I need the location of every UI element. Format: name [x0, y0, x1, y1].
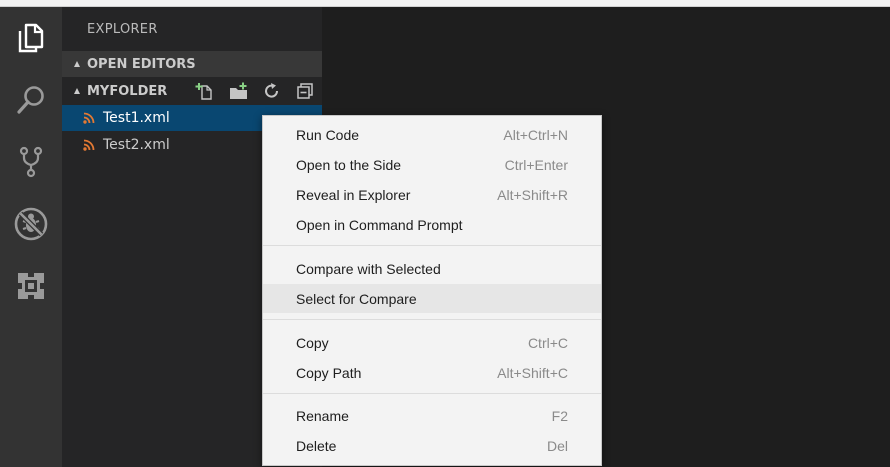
menu-item-copy-path[interactable]: Copy Path Alt+Shift+C: [263, 358, 601, 387]
menu-label: Compare with Selected: [296, 260, 441, 277]
refresh-icon[interactable]: [263, 82, 281, 100]
source-control-icon: [18, 146, 44, 178]
menu-label: Select for Compare: [296, 290, 417, 307]
explorer-activity[interactable]: [0, 7, 62, 69]
collapse-all-icon[interactable]: [296, 82, 314, 100]
file-name: Test2.xml: [103, 137, 170, 153]
menu-shortcut: Ctrl+Enter: [504, 156, 568, 173]
menu-label: Open in Command Prompt: [296, 216, 463, 233]
menu-label: Delete: [296, 437, 337, 454]
menu-shortcut: Ctrl+C: [527, 334, 568, 351]
menu-shortcut: Alt+Shift+C: [497, 364, 568, 381]
folder-section[interactable]: MYFOLDER: [62, 78, 322, 104]
extensions-activity[interactable]: [0, 255, 62, 317]
menu-item-delete[interactable]: Delete Del: [263, 431, 601, 460]
menu-item-copy[interactable]: Copy Ctrl+C: [263, 328, 601, 357]
menu-shortcut: Alt+Shift+R: [497, 186, 568, 203]
expand-triangle-icon: [74, 88, 80, 94]
menu-shortcut: Del: [546, 437, 568, 454]
menu-item-open-command-prompt[interactable]: Open in Command Prompt: [263, 210, 601, 239]
rss-icon: [83, 112, 95, 124]
debug-icon: [14, 207, 48, 241]
new-file-icon[interactable]: [195, 82, 213, 100]
new-folder-icon[interactable]: [228, 82, 248, 100]
menu-item-reveal-in-explorer[interactable]: Reveal in Explorer Alt+Shift+R: [263, 180, 601, 209]
menu-item-run-code[interactable]: Run Code Alt+Ctrl+N: [263, 120, 601, 149]
search-activity[interactable]: [0, 69, 62, 131]
files-icon: [17, 23, 45, 53]
menu-item-open-to-side[interactable]: Open to the Side Ctrl+Enter: [263, 150, 601, 179]
menu-label: Reveal in Explorer: [296, 186, 411, 203]
menu-separator: [263, 393, 601, 394]
file-name: Test1.xml: [103, 110, 170, 126]
menu-shortcut: F2: [551, 407, 568, 424]
extensions-icon: [16, 271, 46, 301]
menu-shortcut: Alt+Ctrl+N: [503, 126, 568, 143]
source-control-activity[interactable]: [0, 131, 62, 193]
open-editors-section[interactable]: OPEN EDITORS: [62, 51, 322, 77]
menu-label: Copy: [296, 334, 329, 351]
activity-bar: [0, 7, 62, 467]
expand-triangle-icon: [74, 61, 80, 67]
folder-label: MYFOLDER: [87, 83, 168, 99]
debug-activity[interactable]: [0, 193, 62, 255]
rss-icon: [83, 139, 95, 151]
menu-label: Copy Path: [296, 364, 362, 381]
menu-label: Run Code: [296, 126, 360, 143]
search-icon: [16, 85, 46, 115]
menu-separator: [263, 319, 601, 320]
menu-separator: [263, 245, 601, 246]
menu-item-rename[interactable]: Rename F2: [263, 401, 601, 430]
window-top-strip: [0, 0, 890, 7]
context-menu: Run Code Alt+Ctrl+N Open to the Side Ctr…: [262, 115, 602, 466]
menu-label: Rename: [296, 407, 349, 424]
sidebar-title: EXPLORER: [87, 22, 158, 37]
open-editors-label: OPEN EDITORS: [87, 56, 196, 72]
folder-actions: [195, 78, 314, 104]
menu-item-compare-with-selected[interactable]: Compare with Selected: [263, 254, 601, 283]
menu-label: Open to the Side: [296, 156, 402, 173]
menu-item-select-for-compare[interactable]: Select for Compare: [263, 284, 601, 313]
